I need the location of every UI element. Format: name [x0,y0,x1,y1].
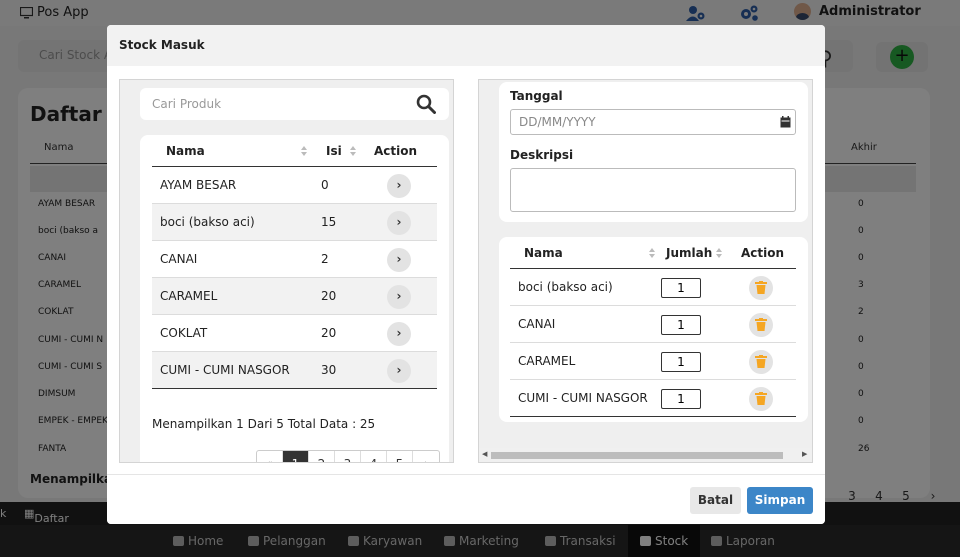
table-row: AYAM BESAR 0 › [152,167,437,204]
trash-icon [755,392,767,405]
search-icon[interactable] [416,94,436,114]
modal-footer: Batal Simpan [107,474,825,524]
cell-nama: CARAMEL [160,289,218,303]
cell-nama: CUMI - CUMI NASGOR [160,363,290,377]
select-product-button[interactable]: › [387,285,411,309]
sort-icon[interactable] [716,248,722,258]
cell-nama: COKLAT [160,326,208,340]
cell-nama: CANAI [518,317,556,331]
sort-icon[interactable] [301,146,307,156]
page-3[interactable]: 3 [335,451,361,462]
column-jumlah[interactable]: Jumlah [666,246,712,260]
column-action: Action [374,144,418,158]
table-summary: Menampilkan 1 Dari 5 Total Data : 25 [152,417,376,431]
page-next[interactable]: › [413,451,439,462]
horizontal-scrollbar[interactable]: ◀ ▶ [479,448,812,462]
cell-nama: boci (bakso aci) [160,215,255,229]
scrollbar-thumb[interactable] [491,452,783,459]
quantity-input[interactable] [661,278,701,298]
cell-nama: CANAI [160,252,198,266]
trash-icon [755,355,767,368]
quantity-input[interactable] [661,389,701,409]
cell-isi: 20 [321,326,337,340]
cell-isi: 20 [321,289,337,303]
selected-items-card: Nama Jumlah Action boci (bakso aci) CANA… [499,237,808,422]
select-product-button[interactable]: › [387,248,411,272]
scroll-left-arrow-icon[interactable]: ◀ [482,450,487,458]
cell-isi: 30 [321,363,337,377]
table-row: CANAI [510,306,796,343]
calendar-icon[interactable] [780,116,791,128]
form-card: Tanggal Deskripsi [499,82,808,222]
product-pane[interactable]: Nama Isi Action AYAM BESAR 0 › boci (bak… [119,79,454,463]
cell-isi: 0 [321,178,329,192]
trash-icon [755,281,767,294]
product-search-input[interactable] [152,95,392,113]
select-product-button[interactable]: › [387,174,411,198]
save-button[interactable]: Simpan [747,487,813,514]
cell-isi: 15 [321,215,337,229]
delete-item-button[interactable] [749,313,773,337]
date-input[interactable] [519,115,759,129]
table-row: COKLAT 20 › [152,315,437,352]
select-product-button[interactable]: › [387,211,411,235]
table-row: CARAMEL 20 › [152,278,437,315]
table-row: CANAI 2 › [152,241,437,278]
cell-nama: AYAM BESAR [160,178,237,192]
column-nama[interactable]: Nama [166,144,205,158]
trash-icon [755,318,767,331]
cell-nama: CARAMEL [518,354,576,368]
column-isi[interactable]: Isi [326,144,342,158]
cell-nama: CUMI - CUMI NASGOR [518,391,648,405]
table-row: CARAMEL [510,343,796,380]
page-5[interactable]: 5 [387,451,413,462]
stock-masuk-modal: Stock Masuk Nama Isi Action AYAM BESAR 0… [107,25,825,524]
sort-icon[interactable] [350,146,356,156]
table-row: CUMI - CUMI NASGOR 30 › [152,352,437,389]
product-search-box[interactable] [140,88,449,120]
description-label: Deskripsi [510,148,574,162]
column-action: Action [741,246,785,260]
modal-header: Stock Masuk [107,25,825,66]
date-field[interactable] [510,109,796,135]
cell-nama: boci (bakso aci) [518,280,613,294]
date-label: Tanggal [510,89,563,103]
table-row: boci (bakso aci) [510,269,796,306]
quantity-input[interactable] [661,315,701,335]
description-textarea[interactable] [510,168,796,212]
select-product-button[interactable]: › [387,322,411,346]
page-4[interactable]: 4 [361,451,387,462]
sort-icon[interactable] [649,248,655,258]
modal-title: Stock Masuk [119,38,205,52]
cell-isi: 2 [321,252,329,266]
table-row: boci (bakso aci) 15 › [152,204,437,241]
quantity-input[interactable] [661,352,701,372]
table-row: CUMI - CUMI NASGOR [510,380,796,417]
cancel-button[interactable]: Batal [690,487,741,514]
page-2[interactable]: 2 [309,451,335,462]
delete-item-button[interactable] [749,276,773,300]
page-1[interactable]: 1 [283,451,309,462]
pagination: « 1 2 3 4 5 › [256,450,440,462]
delete-item-button[interactable] [749,387,773,411]
select-product-button[interactable]: › [387,359,411,383]
modal-body: Nama Isi Action AYAM BESAR 0 › boci (bak… [107,66,825,474]
column-nama[interactable]: Nama [524,246,563,260]
product-table-card: Nama Isi Action AYAM BESAR 0 › boci (bak… [140,135,449,462]
page-prev[interactable]: « [257,451,283,462]
scroll-right-arrow-icon[interactable]: ▶ [802,450,807,458]
stock-in-form-pane[interactable]: Tanggal Deskripsi Nama Jumlah Action boc… [478,79,813,463]
delete-item-button[interactable] [749,350,773,374]
